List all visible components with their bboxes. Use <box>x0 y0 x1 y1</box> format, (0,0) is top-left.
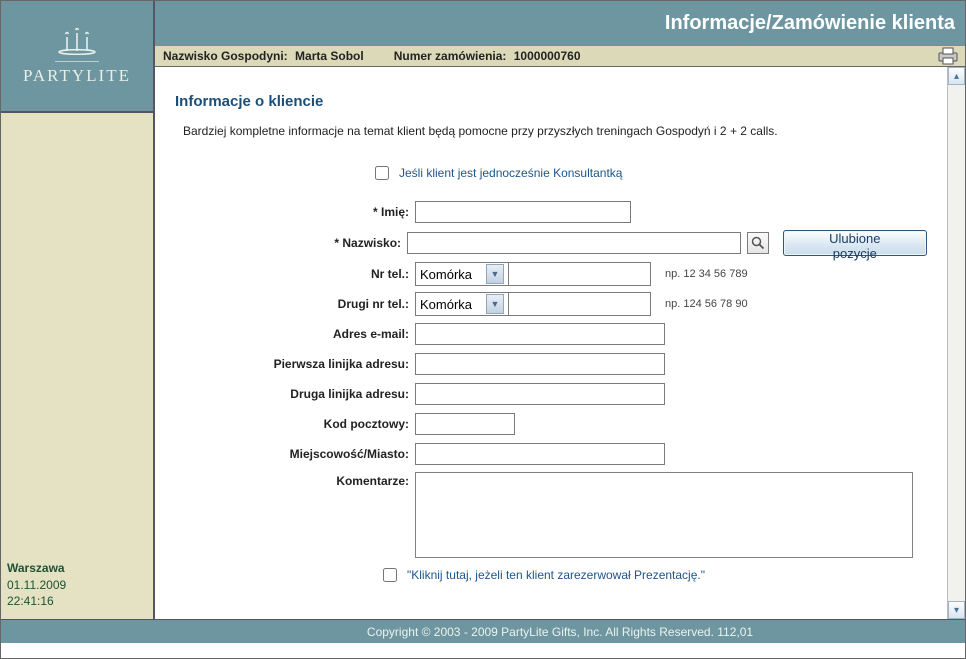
label-lastname: * Nazwisko: <box>235 236 407 250</box>
phone2-type-value[interactable] <box>416 294 486 314</box>
label-comments: Komentarze: <box>235 472 415 488</box>
email-input[interactable] <box>415 323 665 345</box>
address1-input[interactable] <box>415 353 665 375</box>
label-addr1: Pierwsza linijka adresu: <box>235 357 415 371</box>
scroll-up-button[interactable]: ▴ <box>948 67 965 85</box>
order-label: Numer zamówienia: <box>394 49 507 63</box>
label-city: Miejscowość/Miasto: <box>235 447 415 461</box>
vertical-scrollbar[interactable]: ▴ ▾ <box>947 67 965 619</box>
content-pane: Informacje o kliencie Bardziej kompletne… <box>155 67 947 619</box>
footer: Copyright © 2003 - 2009 PartyLite Gifts,… <box>1 619 965 643</box>
label-phone: Nr tel.: <box>235 267 415 281</box>
sidebar-status: Warszawa 01.11.2009 22:41:16 <box>1 554 153 619</box>
city-input[interactable] <box>415 443 665 465</box>
brand-logo: PARTYLITE <box>1 1 153 113</box>
status-city: Warszawa <box>7 560 147 576</box>
phone-input[interactable] <box>509 262 651 286</box>
chevron-down-icon[interactable]: ▼ <box>486 294 504 314</box>
footer-text: Copyright © 2003 - 2009 PartyLite Gifts,… <box>367 625 753 639</box>
label-phone2: Drugi nr tel.: <box>235 297 415 311</box>
scroll-down-button[interactable]: ▾ <box>948 601 965 619</box>
lastname-input[interactable] <box>407 232 741 254</box>
phone2-hint: np. 124 56 78 90 <box>665 298 748 310</box>
label-email: Adres e-mail: <box>235 327 415 341</box>
info-bar: Nazwisko Gospodyni: Marta Sobol Numer za… <box>155 45 965 67</box>
phone2-input[interactable] <box>509 292 651 316</box>
chevron-down-icon[interactable]: ▼ <box>486 264 504 284</box>
label-firstname: * Imię: <box>235 205 415 219</box>
favorites-button[interactable]: Ulubione pozycje <box>783 230 927 256</box>
page-title: Informacje/Zamówienie klienta <box>665 12 955 35</box>
page-title-bar: Informacje/Zamówienie klienta <box>155 1 965 45</box>
sidebar: PARTYLITE Warszawa 01.11.2009 22:41:16 <box>1 1 155 619</box>
label-addr2: Druga linijka adresu: <box>235 387 415 401</box>
address2-input[interactable] <box>415 383 665 405</box>
reserve-label: "Kliknij tutaj, jeżeli ten klient zareze… <box>407 568 705 582</box>
status-date: 01.11.2009 <box>7 577 147 593</box>
print-icon[interactable] <box>937 47 959 65</box>
label-postal: Kod pocztowy: <box>235 417 415 431</box>
candles-icon <box>55 27 99 62</box>
consultant-checkbox-label: Jeśli klient jest jednocześnie Konsultan… <box>399 166 622 180</box>
hostess-label: Nazwisko Gospodyni: <box>163 49 288 63</box>
scroll-track[interactable] <box>948 85 965 601</box>
phone-type-value[interactable] <box>416 264 486 284</box>
firstname-input[interactable] <box>415 201 631 223</box>
phone-type-select[interactable]: ▼ <box>415 262 509 286</box>
phone2-type-select[interactable]: ▼ <box>415 292 509 316</box>
search-lastname-button[interactable] <box>747 232 768 254</box>
hostess-value: Marta Sobol <box>295 49 364 63</box>
consultant-checkbox[interactable] <box>375 166 389 180</box>
order-value: 1000000760 <box>514 49 581 63</box>
comments-textarea[interactable] <box>415 472 913 558</box>
brand-name: PARTYLITE <box>23 66 131 86</box>
reserve-checkbox[interactable] <box>383 568 397 582</box>
status-time: 22:41:16 <box>7 593 147 609</box>
postal-input[interactable] <box>415 413 515 435</box>
phone-hint: np. 12 34 56 789 <box>665 268 748 280</box>
section-title: Informacje o kliencie <box>175 93 927 110</box>
section-intro: Bardziej kompletne informacje na temat k… <box>183 124 927 138</box>
